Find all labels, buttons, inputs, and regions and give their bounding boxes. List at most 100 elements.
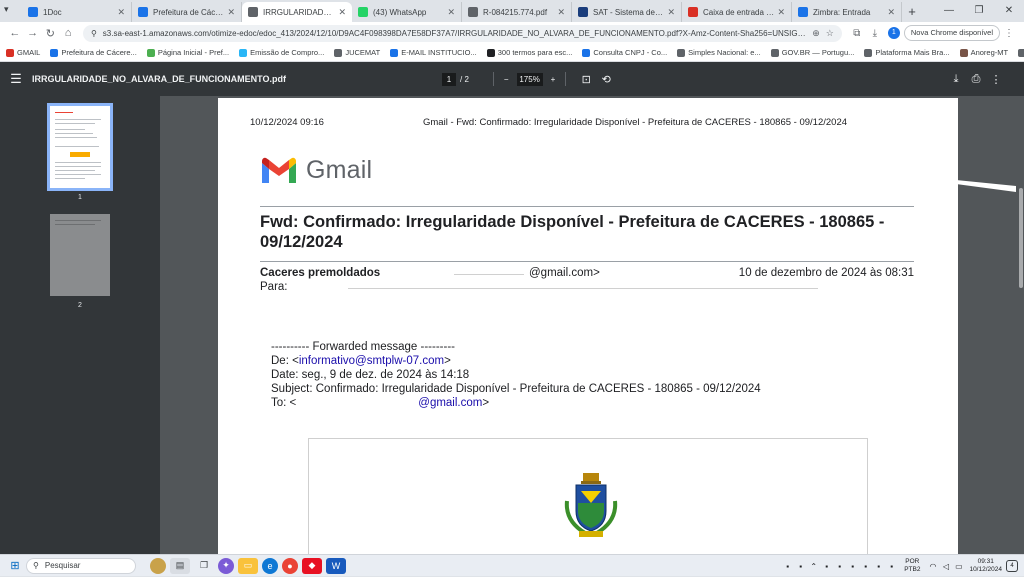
tab-close-icon[interactable]: ✕ [887, 7, 895, 18]
file-explorer-icon[interactable]: ▭ [238, 557, 258, 574]
scrollbar-thumb[interactable] [1019, 188, 1023, 288]
battery-icon[interactable]: ▭ [952, 562, 965, 571]
browser-tab[interactable]: 1Doc ✕ [22, 2, 132, 22]
back-icon[interactable]: ← [6, 27, 24, 39]
clock[interactable]: 09:31 10/12/2024 [969, 558, 1002, 574]
anydesk-icon[interactable]: ◆ [302, 557, 322, 574]
bookmark-item[interactable]: Plataforma Mais Bra... [864, 48, 950, 57]
bookmark-item[interactable]: CRC [1018, 48, 1024, 57]
word-icon[interactable]: W [326, 557, 346, 574]
browser-tab[interactable]: R-084215.774.pdf ✕ [462, 2, 572, 22]
bookmark-item[interactable]: Consulta CNPJ - Co... [582, 48, 667, 57]
chevron-up-icon[interactable]: ⌃ [807, 562, 820, 571]
download-pdf-icon[interactable]: ⤓ [946, 73, 966, 86]
tab-close-icon[interactable]: ✕ [338, 7, 346, 18]
browser-tab[interactable]: Zimbra: Entrada ✕ [792, 2, 902, 22]
browser-tab[interactable]: SAT - Sistema de Adminis✕ [572, 2, 682, 22]
browser-tab[interactable]: IRRGULARIDADE_NO_ALVA✕ [242, 2, 352, 22]
wifi-icon[interactable]: ◠ [926, 562, 939, 571]
tab-close-icon[interactable]: ✕ [667, 7, 675, 18]
language-indicator[interactable]: POR PTB2 [904, 558, 920, 574]
tray-app-icon[interactable]: ▪ [859, 562, 872, 571]
extensions-icon[interactable]: ⧉ [848, 28, 866, 39]
restore-icon[interactable]: ❐ [964, 0, 994, 22]
forward-icon[interactable]: → [24, 27, 42, 39]
windows-taskbar: ⊞ ⚲ Pesquisar ▤ ❐ ✦ ▭ e ● ◆ W ▪ ▪ ⌃ ▪ ▪ … [0, 554, 1024, 576]
tray-app-icon[interactable]: ▪ [872, 562, 885, 571]
menu-icon[interactable]: ☰ [0, 71, 32, 87]
bookmark-item[interactable]: Simples Nacional: e... [677, 48, 761, 57]
page-thumbnail-1[interactable] [47, 103, 113, 191]
bookmark-item[interactable]: JUCEMAT [334, 48, 380, 57]
tray-app-icon[interactable]: ▪ [885, 562, 898, 571]
tab-close-icon[interactable]: ✕ [227, 7, 235, 18]
profile-avatar[interactable]: 1 [887, 27, 900, 39]
browser-tab[interactable]: Caixa de entrada (3) - cto✕ [682, 2, 792, 22]
tab-close-icon[interactable]: ✕ [117, 7, 125, 18]
home-icon[interactable]: ⌂ [59, 27, 77, 39]
tray-app-icon[interactable]: ▪ [820, 562, 833, 571]
browser-tab[interactable]: Prefeitura de Cáceres | 1D✕ [132, 2, 242, 22]
chrome-update-button[interactable]: Nova Chrome disponível [903, 25, 1000, 41]
tab-close-icon[interactable]: ✕ [777, 7, 785, 18]
bookmark-item[interactable]: Prefeitura de Cácere... [50, 48, 137, 57]
tab-close-icon[interactable]: ✕ [447, 7, 455, 18]
copilot-icon[interactable]: ✦ [218, 557, 234, 574]
chrome-icon[interactable]: ● [282, 557, 298, 574]
bookmark-item[interactable]: GMAIL [6, 48, 40, 57]
bookmark-star-icon[interactable]: ☆ [826, 28, 834, 39]
widget-icon[interactable] [150, 557, 166, 574]
zoom-out-button[interactable]: − [504, 75, 509, 84]
tab-close-icon[interactable]: ✕ [557, 7, 565, 18]
divider [260, 206, 914, 207]
pdf-viewport[interactable]: 10/12/2024 09:16 Gmail - Fwd: Confirmado… [160, 96, 1024, 554]
bookmark-item[interactable]: Página Inicial - Pref... [146, 48, 229, 57]
page-number-input[interactable]: 1 [442, 72, 456, 86]
browser-tab[interactable]: (43) WhatsApp ✕ [352, 2, 462, 22]
vertical-scrollbar[interactable] [1018, 96, 1024, 554]
forward-to: To: < @gmail.com> [271, 396, 761, 410]
reload-icon[interactable]: ↻ [41, 27, 59, 40]
forward-from-email-link[interactable]: informativo@smtplw-07.com [299, 355, 444, 367]
recipient-label: Para: [260, 281, 288, 293]
tab-label: Zimbra: Entrada [813, 7, 871, 17]
fit-page-icon[interactable]: ⊡ [576, 73, 596, 86]
rotate-icon[interactable]: ⟲ [596, 73, 616, 86]
bookmark-favicon-icon [1018, 48, 1024, 57]
tab-search-icon[interactable]: ▾ [4, 4, 9, 15]
page-thumbnail-2[interactable] [50, 214, 110, 296]
close-window-icon[interactable]: ✕ [994, 0, 1024, 22]
print-icon[interactable]: ⎙ [966, 73, 986, 86]
bookmark-label: JUCEMAT [345, 48, 381, 57]
bookmark-item[interactable]: GOV.BR — Portugu... [770, 48, 854, 57]
bookmark-item[interactable]: Anoreg-MT [959, 48, 1009, 57]
volume-icon[interactable]: ◁ [939, 562, 952, 571]
bookmark-item[interactable]: Emissão de Compro... [239, 48, 324, 57]
download-icon[interactable]: ⤓ [866, 28, 884, 39]
site-info-icon[interactable]: ⚲ [91, 29, 97, 38]
url-field[interactable]: ⚲ s3.sa-east-1.amazonaws.com/otimize-edo… [82, 24, 842, 42]
zoom-level-input[interactable]: 175% [516, 72, 543, 86]
tray-app-icon[interactable]: ▪ [833, 562, 846, 571]
forward-to-email-link[interactable]: @gmail.com [418, 397, 482, 409]
minimize-icon[interactable]: — [934, 0, 964, 22]
notification-icon[interactable]: 4 [1006, 560, 1018, 572]
pdf-more-icon[interactable]: ⋮ [986, 73, 1006, 86]
note-icon[interactable]: ▤ [170, 557, 190, 574]
tray-app-icon[interactable]: ▪ [846, 562, 859, 571]
forward-from: De: <informativo@smtplw-07.com> [271, 354, 761, 368]
more-menu-icon[interactable]: ⋮ [1000, 28, 1018, 39]
zoom-icon[interactable]: ⊕ [812, 28, 820, 39]
bookmark-label: Anoreg-MT [970, 48, 1009, 57]
tray-app-icon[interactable]: ▪ [781, 562, 794, 571]
windows-start-icon[interactable]: ⊞ [4, 559, 26, 572]
task-view-icon[interactable]: ❐ [194, 558, 214, 574]
edge-icon[interactable]: e [262, 557, 278, 574]
bookmark-item[interactable]: E-MAIL INSTITUCIO... [390, 48, 477, 57]
new-tab-button[interactable]: + [902, 4, 922, 19]
keyboard-layout: PTB2 [904, 566, 921, 573]
zoom-in-button[interactable]: + [551, 75, 556, 84]
bookmark-item[interactable]: 300 termos para esc... [486, 48, 572, 57]
taskbar-search[interactable]: ⚲ Pesquisar [26, 557, 136, 574]
tray-app-icon[interactable]: ▪ [794, 562, 807, 571]
